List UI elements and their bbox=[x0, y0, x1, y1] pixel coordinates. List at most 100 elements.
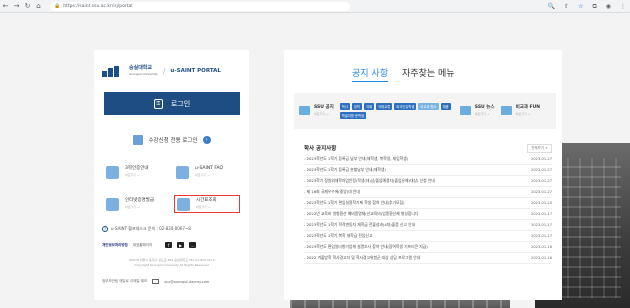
notice-title: - 2023학년도 1학기 학적변동자 재학급 전출성과(4대)출증 신고 안내 bbox=[304, 222, 416, 227]
notice-date: 2023-01-27 bbox=[531, 168, 552, 172]
zoom-icon[interactable]: 🔍 bbox=[548, 3, 555, 10]
notice-list: - 2023학년도 1학기 등록금 납부 안내(재학생, 복학생, 재입학생) 2… bbox=[304, 154, 552, 264]
login-panel: 숭실대학교 Soongsil University / u-SAINT PORT… bbox=[94, 50, 249, 300]
browser-toolbar: ← → ↻ ⌂ 🔒 https://saint.ssu.ac.kr/irj/po… bbox=[0, 0, 630, 13]
category-ssu-notice[interactable]: SSU 공지 바로가기 → bbox=[299, 105, 334, 117]
university-logo-icon bbox=[102, 65, 126, 77]
quick-link-certificate[interactable]: 인터넷증명발급바로가기 → bbox=[104, 195, 170, 213]
envelope-icon bbox=[152, 279, 160, 284]
youtube-icon[interactable]: ▶ bbox=[177, 242, 185, 248]
homepage-link[interactable]: 대표홈페이지 bbox=[133, 243, 152, 248]
course-login-label: 수강신청 전용 로그인 bbox=[148, 138, 198, 144]
view-all-button[interactable]: 전체보기 + bbox=[527, 144, 552, 153]
notice-title: - 2023학년도 편입일다향기업체 설명조사 참여 안내(참여학생 기프티콘 … bbox=[304, 244, 428, 249]
notice-title: - 2023학년도 1학기 편입실용학기제 학생 참여 안내(추가모집) bbox=[304, 200, 405, 205]
login-button[interactable]: ⚿ 로그인 bbox=[104, 92, 240, 115]
category-fun[interactable]: 비교과 FUN 바로가기 → bbox=[500, 105, 541, 117]
helpdesk-text: u-SAINT 헬프데스크 문의 : 02-820-0067~8 bbox=[111, 226, 191, 231]
chip-extracurricular[interactable]: 비교과·행사 bbox=[418, 103, 439, 110]
profile-icon[interactable]: ◉ bbox=[606, 3, 611, 10]
faq-icon bbox=[176, 165, 189, 179]
url-text: https://saint.ssu.ac.kr/irj/portal bbox=[63, 3, 133, 9]
extension-icon[interactable]: ⧉ bbox=[592, 3, 596, 11]
phone-icon bbox=[106, 165, 119, 179]
share-icon[interactable]: ⇧ bbox=[564, 3, 569, 10]
tab-notices[interactable]: 공지 사항 bbox=[352, 66, 388, 82]
quick-link-label: u-SAINT FAQ bbox=[195, 166, 224, 171]
forward-icon[interactable]: → bbox=[11, 1, 22, 12]
category-label: 비교과 FUN bbox=[515, 105, 541, 110]
notice-tabs: 공지 사항 자주찾는 메뉴 bbox=[352, 66, 455, 82]
category-chips: 학사 장학 국제 국제교류 외국인유학생 비교과·행사 채용 학술지원·문학생 bbox=[339, 103, 452, 119]
quick-link-sub: 바로가기 → bbox=[125, 205, 140, 209]
category-sub: 바로가기 → bbox=[474, 112, 490, 116]
chip-foreign-student[interactable]: 외국인유학생 bbox=[394, 103, 417, 110]
quick-link-faq[interactable]: u-SAINT FAQ 바로가기 → bbox=[174, 163, 240, 181]
list-item[interactable]: - 2023학기 정원외재학자업안정(학생(대)상/졸업예정자(졸업유예)대상)… bbox=[304, 176, 552, 187]
helpdesk-info: ? u-SAINT 헬프데스크 문의 : 02-820-0067~8 bbox=[102, 226, 191, 232]
security-label: 정보보안팀 메일로 이메일 제보 bbox=[102, 279, 148, 283]
category-sub: 바로가기 → bbox=[314, 112, 329, 116]
chip-scholarship[interactable]: 장학 bbox=[351, 103, 362, 110]
notice-title: - 2023학년도 1학기 복학 재학급 전입신고 bbox=[304, 233, 373, 238]
notice-date: 2023-01-27 bbox=[531, 190, 552, 194]
list-item[interactable]: - 2023학년도 1학기 등록금 분할납부 안내(재학생) 2023-01-27 bbox=[304, 165, 552, 176]
chip-research[interactable]: 학술지원·문학생 bbox=[339, 112, 367, 119]
reload-icon[interactable]: ↻ bbox=[22, 1, 33, 12]
list-item[interactable]: - 2023학년도 1학기 등록금 납부 안내(재학생, 복학생, 재입학생) 2… bbox=[304, 154, 552, 165]
quick-link-label: 시간표조회 bbox=[196, 198, 217, 203]
list-item[interactable]: - 2022년 교육비 영향환산 예비증명제(산교육비)업종환산제 형성합니다 2… bbox=[304, 209, 552, 220]
quick-link-label: 3학인증안내 bbox=[125, 166, 149, 171]
notice-icon bbox=[299, 106, 310, 115]
bookmark-icon[interactable]: ☆ bbox=[578, 3, 583, 10]
chat-icon[interactable]: … bbox=[189, 242, 197, 248]
list-item[interactable]: - 2022 겨울방학 학사경고자 및 학사경고위험군 대상 상담 프로그램 안… bbox=[304, 253, 552, 264]
security-report: 정보보안팀 메일로 이메일 제보 ssu@soongsil.daoray.com bbox=[102, 279, 209, 284]
list-item[interactable]: - 제 16회 국제우수에(중앙)대 안내 2023-01-27 bbox=[304, 187, 552, 198]
course-registration-login-link[interactable]: 수강신청 전용 로그인 › bbox=[104, 135, 240, 145]
menu-icon[interactable]: ⋮ bbox=[620, 3, 626, 10]
chip-international[interactable]: 국제 bbox=[363, 103, 375, 110]
notice-date: 2023-01-17 bbox=[531, 234, 552, 238]
chip-exchange[interactable]: 국제교류 bbox=[376, 103, 393, 110]
quick-link-timetable[interactable]: 시간표조회바로가기 → bbox=[174, 195, 240, 213]
category-label: SSU 뉴스 bbox=[474, 105, 495, 110]
notice-title: - 2023학년도 1학기 등록금 납부 안내(재학생, 복학생, 재입학생) bbox=[304, 156, 409, 161]
notice-date: 2023-01-16 bbox=[531, 256, 552, 260]
quick-link-label: 인터넷증명발급 bbox=[125, 198, 154, 203]
chip-recruit[interactable]: 채용 bbox=[440, 103, 451, 110]
notice-panel: 공지 사항 자주찾는 메뉴 SSU 공지 바로가기 → 학사 장학 국제 국제교류… bbox=[284, 50, 562, 300]
list-item[interactable]: - 2023학년도 1학기 학적변동자 재학급 전출성과(4대)출증 신고 안내… bbox=[304, 220, 552, 231]
notice-title: - 2023학기 정원외재학자업안정(학생(대)상/졸업예정자(졸업유예)대상)… bbox=[304, 178, 435, 183]
chip-academic[interactable]: 학사 bbox=[339, 103, 350, 110]
list-item[interactable]: - 2023학년도 1학기 편입실용학기제 학생 참여 안내(추가모집) 2023… bbox=[304, 198, 552, 209]
notice-title: - 2023학년도 1학기 등록금 분할납부 안내(재학생) bbox=[304, 167, 386, 172]
login-label: 로그인 bbox=[170, 99, 191, 108]
notice-date: 2023-01-16 bbox=[531, 245, 552, 249]
tab-frequent-menu[interactable]: 자주찾는 메뉴 bbox=[402, 66, 455, 82]
quick-link-auth-guide[interactable]: 3학인증안내 바로가기 → bbox=[104, 163, 170, 181]
portal-logo[interactable]: 숭실대학교 Soongsil University / u-SAINT PORT… bbox=[102, 65, 221, 77]
address-bar[interactable]: 🔒 https://saint.ssu.ac.kr/irj/portal bbox=[50, 1, 350, 11]
quick-link-sub: 바로가기 → bbox=[196, 205, 211, 209]
portal-name: u-SAINT PORTAL bbox=[170, 68, 221, 74]
monitor-icon bbox=[133, 135, 144, 145]
security-email-link[interactable]: ssu@soongsil.daoray.com bbox=[164, 280, 209, 284]
notice-title: - 2022년 교육비 영향환산 예비증명제(산교육비)업종환산제 형성합니다 bbox=[304, 211, 419, 216]
facebook-icon[interactable]: f bbox=[165, 242, 173, 248]
home-icon[interactable]: ⌂ bbox=[33, 1, 44, 12]
footer-address: 06978 서울시 동작구 상도로 369 숭실대학교 TEL 02-820-0… bbox=[102, 258, 242, 267]
quick-links: 3학인증안내 바로가기 → u-SAINT FAQ 바로가기 → 인터넷증명발급 바로… bbox=[104, 163, 240, 213]
logo-divider: / bbox=[162, 66, 166, 76]
university-subname: Soongsil University bbox=[129, 72, 158, 76]
fun-icon bbox=[500, 106, 512, 115]
back-icon[interactable]: ← bbox=[0, 1, 11, 12]
notice-date: 2023-01-17 bbox=[531, 212, 552, 216]
copyright-line: Copyright Soongsil University All Rights… bbox=[134, 262, 210, 267]
list-item[interactable]: - 2023학년도 편입일다향기업체 설명조사 참여 안내(참여학생 기프티콘 … bbox=[304, 242, 552, 253]
document-icon bbox=[106, 197, 119, 211]
footer-links: 개인정보처리방침 대표홈페이지 f ▶ … bbox=[102, 242, 197, 248]
category-ssu-news[interactable]: SSU 뉴스바로가기 → bbox=[459, 105, 495, 117]
list-item[interactable]: - 2023학년도 1학기 복학 재학급 전입신고 2023-01-17 bbox=[304, 231, 552, 242]
privacy-policy-link[interactable]: 개인정보처리방침 bbox=[102, 243, 128, 248]
